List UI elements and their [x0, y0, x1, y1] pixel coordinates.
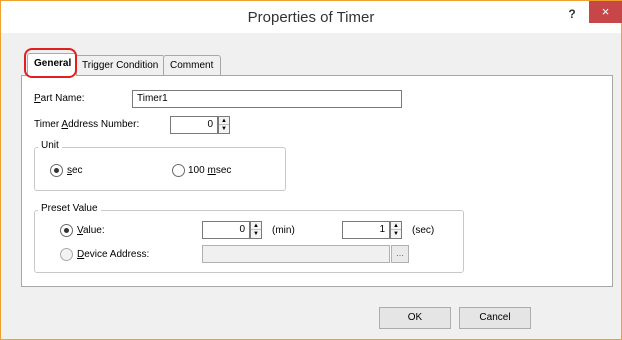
spin-down-icon[interactable]: ▼ [251, 230, 261, 238]
spin-down-icon[interactable]: ▼ [391, 230, 401, 238]
preset-min-unit: (min) [272, 225, 295, 236]
tab-comment-label: Comment [170, 60, 214, 71]
preset-sec-input[interactable]: 1 [342, 221, 390, 239]
device-address-input[interactable] [202, 245, 390, 263]
timer-address-input[interactable]: 0 [170, 116, 218, 134]
preset-sec-spinner[interactable]: ▲ ▼ [390, 221, 402, 239]
device-address-label[interactable]: Device Address: [77, 249, 149, 260]
close-button[interactable]: × [589, 1, 622, 23]
timer-address-spinner[interactable]: ▲ ▼ [218, 116, 230, 134]
tab-trigger-condition[interactable]: Trigger Condition [75, 55, 165, 75]
preset-value-group-title: Preset Value [38, 203, 101, 214]
ok-button[interactable]: OK [379, 307, 451, 329]
browse-button[interactable]: ... [391, 245, 409, 263]
preset-min-input[interactable]: 0 [202, 221, 250, 239]
preset-sec-unit: (sec) [412, 225, 435, 236]
spin-down-icon[interactable]: ▼ [219, 125, 229, 133]
spin-up-icon[interactable]: ▲ [251, 222, 261, 230]
unit-msec-label[interactable]: 100 msec [188, 165, 231, 176]
part-name-label: Part Name: [34, 93, 85, 104]
device-address-radio[interactable] [60, 248, 73, 261]
unit-sec-radio[interactable] [50, 164, 63, 177]
title-bar[interactable]: Properties of Timer ? × [1, 1, 622, 33]
preset-value-label[interactable]: Value: [77, 225, 105, 236]
spin-up-icon[interactable]: ▲ [391, 222, 401, 230]
timer-address-label: Timer Address Number: [34, 119, 140, 130]
tab-highlight-annotation [24, 48, 77, 78]
tab-comment[interactable]: Comment [163, 55, 221, 75]
tab-trigger-condition-label: Trigger Condition [82, 60, 159, 71]
unit-sec-label[interactable]: sec [67, 165, 83, 176]
unit-group-title: Unit [38, 140, 62, 151]
part-name-input[interactable]: Timer1 [132, 90, 402, 108]
preset-min-spinner[interactable]: ▲ ▼ [250, 221, 262, 239]
preset-value-group [34, 210, 464, 273]
properties-dialog: Properties of Timer ? × General Trigger … [0, 0, 622, 340]
general-panel: Part Name: Timer1 Timer Address Number: … [21, 75, 613, 287]
preset-value-radio[interactable] [60, 224, 73, 237]
help-button[interactable]: ? [563, 5, 581, 23]
dialog-title: Properties of Timer [247, 9, 375, 26]
spin-up-icon[interactable]: ▲ [219, 117, 229, 125]
cancel-button[interactable]: Cancel [459, 307, 531, 329]
unit-msec-radio[interactable] [172, 164, 185, 177]
